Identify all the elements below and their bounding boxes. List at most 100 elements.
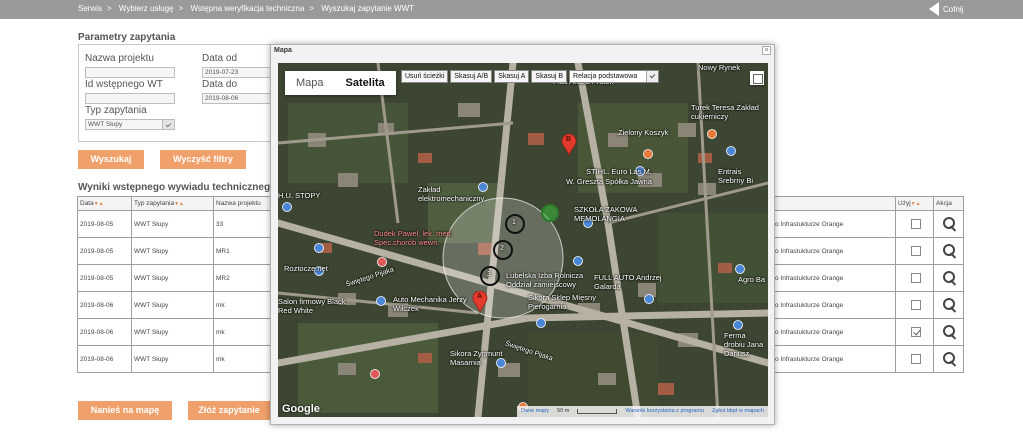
table-row[interactable]: o Infrastukturze Orange (772, 318, 964, 346)
table-row[interactable]: 2019-08-06 WWT Słupy mk (77, 345, 274, 373)
search-button[interactable]: Wyszukaj (78, 150, 144, 169)
table-row[interactable]: o Infrastukturze Orange (772, 237, 964, 265)
use-checkbox[interactable] (910, 300, 921, 310)
search-icon[interactable] (942, 351, 958, 367)
map-scale: 50 m (557, 408, 570, 414)
column-header-action: Akcja (933, 196, 964, 211)
scale-bar-icon (577, 409, 618, 414)
cell-info: o Infrastukturze Orange (772, 210, 896, 238)
cell-type: WWT Słupy (131, 291, 214, 319)
cell-type: WWT Słupy (131, 318, 214, 346)
table-row[interactable]: o Infrastukturze Orange (772, 264, 964, 292)
table-row[interactable]: 2019-08-05 WWT Słupy MR1 (77, 237, 274, 265)
breadcrumb-item[interactable]: Serwis (78, 4, 102, 13)
remove-paths-button[interactable]: Usuń ścieżki (401, 70, 449, 83)
map-place-label: Sikora Sklep Mięsny Pierogarnia (528, 293, 596, 311)
results-table-right: Użyj▼▲ Akcja o Infrastukturze Orange o I… (772, 196, 964, 373)
use-checkbox[interactable] (910, 273, 921, 283)
use-checkbox[interactable] (910, 354, 921, 364)
table-row[interactable]: 2019-08-06 WWT Słupy mk (77, 318, 274, 346)
close-icon[interactable]: × (762, 46, 771, 55)
project-name-input[interactable] (85, 67, 175, 78)
breadcrumb-item[interactable]: Wybierz usługę (119, 4, 174, 13)
cell-info: o Infrastukturze Orange (772, 318, 896, 346)
terms-link[interactable]: Warunki korzystania z programu (625, 406, 704, 417)
table-row[interactable]: o Infrastukturze Orange (772, 291, 964, 319)
filters-title: Parametry zapytania (78, 32, 176, 43)
column-header-type[interactable]: Typ zapytania▼▲ (131, 196, 214, 211)
map-type-map[interactable]: Mapa (285, 71, 335, 95)
cell-type: WWT Słupy (131, 264, 214, 292)
column-header-name[interactable]: Nazwa projektu (213, 196, 274, 211)
table-row[interactable]: 2019-08-05 WWT Słupy 33 (77, 210, 274, 238)
breadcrumb-item[interactable]: Wstępna weryfikacja techniczna (190, 4, 304, 13)
marker-a-label: A (477, 293, 483, 300)
search-icon[interactable] (942, 270, 958, 286)
map-place-label: Entrais Srebrny Bi (718, 167, 754, 185)
filters-panel: Nazwa projektu Id wstępnego WT Typ zapyt… (78, 44, 278, 142)
cell-info: o Infrastukturze Orange (772, 237, 896, 265)
map-view[interactable]: 1 2 3 A B Nowy Rynek Plac Artura Pratek … (278, 63, 768, 417)
column-header-info (772, 196, 896, 211)
breadcrumb: Serwis > Wybierz usługę > Wstępna weryfika… (78, 4, 415, 13)
chevron-down-icon (646, 71, 659, 82)
map-place-label: Zielony Koszyk (618, 128, 669, 137)
cell-date: 2019-08-06 (77, 318, 132, 346)
cell-info: o Infrastukturze Orange (772, 291, 896, 319)
cell-info: o Infrastukturze Orange (772, 345, 896, 373)
cell-name: 33 (213, 210, 274, 238)
column-header-use[interactable]: Użyj▼▲ (895, 196, 934, 211)
table-row[interactable]: 2019-08-05 WWT Słupy MR2 (77, 264, 274, 292)
table-row[interactable]: o Infrastukturze Orange (772, 345, 964, 373)
search-icon[interactable] (942, 324, 958, 340)
id-input[interactable] (85, 93, 175, 104)
cell-type: WWT Słupy (131, 237, 214, 265)
date-to-label: Data do (202, 79, 238, 90)
type-label: Typ zapytania (85, 105, 147, 116)
map-data-link[interactable]: Dane mapy (521, 406, 549, 417)
clear-a-button[interactable]: Skasuj A (494, 70, 530, 83)
fullscreen-icon[interactable] (750, 71, 764, 85)
results-title: Wyniki wstępnego wywiadu techniczneg (78, 182, 271, 193)
map-place-label: STIHL. Euro Las M. (586, 167, 652, 176)
breadcrumb-item: Wyszukaj zapytanie WWT (321, 4, 415, 13)
use-checkbox[interactable] (910, 219, 921, 229)
map-toolbar: Usuń ścieżki Skasuj A/B Skasuj A Skasuj … (401, 70, 660, 83)
clear-ab-button[interactable]: Skasuj A/B (450, 70, 493, 83)
map-place-label: Nowy Rynek (698, 63, 741, 72)
table-row[interactable]: 2019-08-06 WWT Słupy mk (77, 291, 274, 319)
cell-name: MR2 (213, 264, 274, 292)
clear-filters-button[interactable]: Wyczyść filtry (160, 150, 246, 169)
map-type-toggle: Mapa Satelita (285, 71, 396, 95)
cell-name: mk (213, 291, 274, 319)
map-place-label: Turek Teresa Zakład cukierniczy (691, 103, 759, 121)
clear-b-button[interactable]: Skasuj B (531, 70, 568, 83)
search-icon[interactable] (942, 216, 958, 232)
map-type-satellite[interactable]: Satelita (335, 71, 396, 95)
use-checkbox[interactable] (910, 246, 921, 256)
table-row[interactable]: o Infrastukturze Orange (772, 210, 964, 238)
map-place-label: FULL AUTO Andrzej Galarda (594, 273, 662, 291)
report-error-link[interactable]: Zgłoś błąd w mapach (712, 406, 764, 417)
map-place-label: H.U. STOPY (278, 191, 321, 200)
submit-request-button[interactable]: Złóż zapytanie (188, 401, 270, 420)
type-select[interactable]: WWT Słupy (85, 119, 175, 130)
table-header-row: Użyj▼▲ Akcja (772, 196, 964, 211)
cell-date: 2019-08-06 (77, 291, 132, 319)
cell-type: WWT Słupy (131, 210, 214, 238)
back-button[interactable]: Cofnij (929, 1, 963, 17)
search-icon[interactable] (942, 243, 958, 259)
map-dialog: Mapa × 1 2 3 A B Nowy Rynek Turek Teresa… (270, 44, 775, 425)
map-place-label: Ferma drobiu Jana Dariusz (724, 331, 764, 358)
back-arrow-icon (929, 2, 939, 16)
map-place-label: Dudek Paweł, lek. med. Spec.chorób wewn. (374, 229, 453, 247)
column-header-date[interactable]: Data▼▲ (77, 196, 132, 211)
search-icon[interactable] (942, 297, 958, 313)
relation-select[interactable]: Relacja podstawowa (569, 70, 660, 83)
use-checkbox-checked[interactable] (910, 327, 921, 337)
relation-select-value: Relacja podstawowa (573, 73, 638, 80)
map-plot-button[interactable]: Nanieś na mapę (78, 401, 172, 420)
type-select-value: WWT Słupy (88, 121, 123, 128)
date-from-input[interactable]: 2019-07-23 (202, 67, 272, 78)
date-to-input[interactable]: 2019-08-06 (202, 93, 272, 104)
